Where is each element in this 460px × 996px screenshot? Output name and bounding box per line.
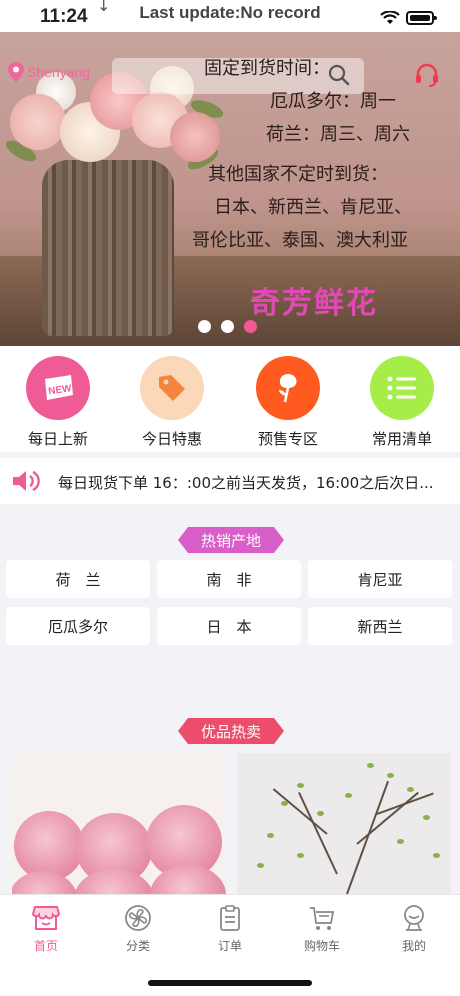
branch (298, 792, 338, 875)
list-icon (370, 356, 434, 420)
twig-leaf (367, 763, 374, 768)
banner-line: 荷兰：周三、周六 (266, 124, 410, 145)
twig-leaf (345, 793, 352, 798)
status-bar: ↓ 11:24 Last update:No record (0, 0, 460, 32)
category-icon (125, 905, 151, 931)
carousel-indicator (198, 320, 257, 333)
clipboard-icon (220, 905, 240, 931)
banner-line: 厄瓜多尔：周一 (270, 91, 396, 112)
search-icon[interactable] (328, 64, 350, 86)
banner-brand: 奇芳鲜花 (250, 286, 378, 321)
tab-label: 购物车 (303, 939, 340, 953)
branch (376, 792, 434, 815)
quick-menu-new-arrivals[interactable]: NEW 每日上新 (8, 356, 108, 449)
tab-label: 分类 (125, 939, 150, 953)
flower (170, 112, 220, 162)
notice-bar[interactable]: 每日现货下单 16：:00之前当天发货，16:00之后次日... (0, 458, 460, 504)
carousel-dot[interactable] (198, 320, 211, 333)
twig-leaf (423, 815, 430, 820)
new-badge-icon: NEW (26, 356, 90, 420)
location-name: Shenyang (27, 64, 91, 80)
flower (10, 94, 66, 150)
customer-service-headset-icon[interactable] (414, 62, 440, 88)
carousel-dot[interactable] (221, 320, 234, 333)
product-card[interactable] (12, 753, 226, 894)
twig-leaf (297, 783, 304, 788)
speaker-icon (13, 470, 40, 492)
section-title-hot-origins: 热销产地 (178, 527, 284, 553)
tab-label: 我的 (401, 939, 426, 953)
home-indicator (148, 980, 312, 986)
origin-new-zealand[interactable]: 新西兰 (308, 607, 452, 645)
tab-label: 首页 (33, 939, 58, 953)
tab-category[interactable]: 分类 (92, 903, 184, 954)
quick-menu-label: 今日特惠 (141, 430, 202, 448)
twig-leaf (297, 853, 304, 858)
profile-icon (404, 905, 424, 931)
section-title-best-sellers: 优品热卖 (178, 718, 284, 744)
promo-banner[interactable]: Shenyang 固定到货时间： 厄瓜多尔：周一 荷兰：周三、周六 其他国家不定… (0, 32, 460, 346)
twig-leaf (397, 839, 404, 844)
price-tag-icon (140, 356, 204, 420)
banner-line: 固定到货时间： (204, 58, 330, 79)
branch (346, 780, 389, 894)
quick-menu-presale[interactable]: 预售专区 (238, 356, 338, 449)
twig-leaf (407, 787, 414, 792)
tab-cart[interactable]: 购物车 (276, 903, 368, 954)
twig-leaf (387, 773, 394, 778)
twig-leaf (281, 801, 288, 806)
tab-label: 订单 (217, 939, 242, 953)
origin-kenya[interactable]: 肯尼亚 (308, 560, 452, 598)
origin-ecuador[interactable]: 厄瓜多尔 (6, 607, 150, 645)
quick-menu: NEW 每日上新 今日特惠 预售专区 常用清单 (0, 346, 460, 452)
quick-menu-daily-deals[interactable]: 今日特惠 (122, 356, 222, 449)
origin-japan[interactable]: 日 本 (157, 607, 301, 645)
quick-menu-label: 每日上新 (27, 430, 88, 448)
banner-line: 哥伦比亚、泰国、澳大利亚 (192, 230, 408, 251)
product-card[interactable] (237, 753, 451, 894)
location-selector[interactable]: Shenyang (8, 62, 90, 82)
quick-menu-label: 常用清单 (371, 430, 432, 448)
tab-profile[interactable]: 我的 (368, 903, 460, 954)
carousel-dot-active[interactable] (244, 320, 257, 333)
wifi-icon (380, 11, 400, 24)
rose-icon (256, 356, 320, 420)
vase-image (42, 160, 174, 336)
quick-menu-label: 预售专区 (257, 430, 318, 448)
cart-icon (310, 907, 335, 930)
quick-menu-common-list[interactable]: 常用清单 (352, 356, 452, 449)
twig-leaf (317, 811, 324, 816)
battery-icon (406, 11, 437, 25)
origin-south-africa[interactable]: 南 非 (157, 560, 301, 598)
location-pin-icon (8, 62, 24, 82)
origin-netherlands[interactable]: 荷 兰 (6, 560, 150, 598)
notice-text: 每日现货下单 16：:00之前当天发货，16:00之后次日... (58, 474, 434, 492)
banner-line: 日本、新西兰、肯尼亚、 (214, 197, 412, 218)
twig-leaf (267, 833, 274, 838)
banner-line: 其他国家不定时到货： (208, 164, 388, 185)
twig-leaf (433, 853, 440, 858)
tab-orders[interactable]: 订单 (184, 903, 276, 954)
tab-home[interactable]: 首页 (0, 903, 92, 954)
twig-leaf (257, 863, 264, 868)
shop-icon (31, 906, 61, 930)
